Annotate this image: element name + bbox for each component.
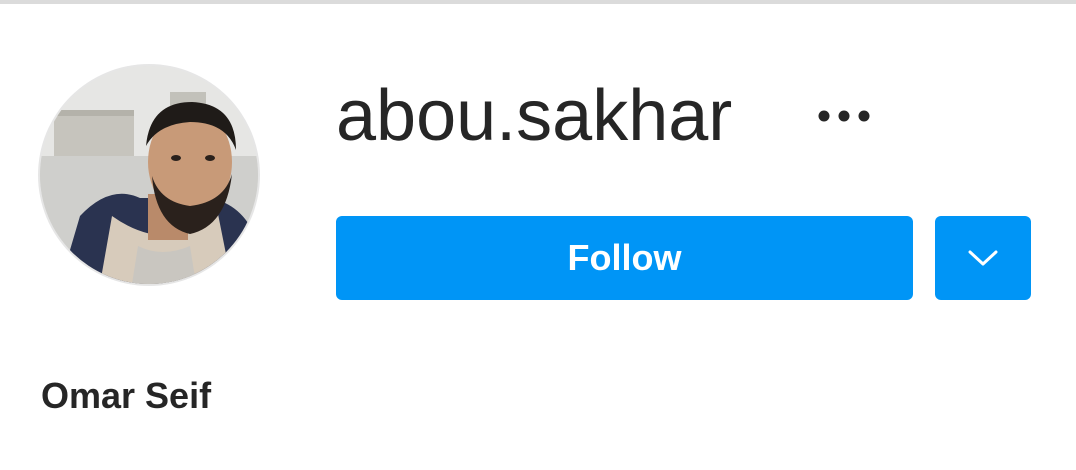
suggested-accounts-dropdown-button[interactable]: [935, 216, 1031, 300]
more-horizontal-icon: [818, 110, 870, 122]
top-divider: [0, 0, 1076, 4]
follow-button[interactable]: Follow: [336, 216, 913, 300]
username: abou.sakhar: [336, 76, 733, 156]
chevron-down-icon: [968, 250, 998, 266]
avatar-photo: [40, 66, 258, 284]
full-name: Omar Seif: [41, 375, 212, 416]
more-options-icon[interactable]: [806, 96, 882, 136]
avatar[interactable]: [40, 66, 258, 284]
profile-header: abou.sakhar Follow Omar Seif: [0, 0, 1076, 470]
